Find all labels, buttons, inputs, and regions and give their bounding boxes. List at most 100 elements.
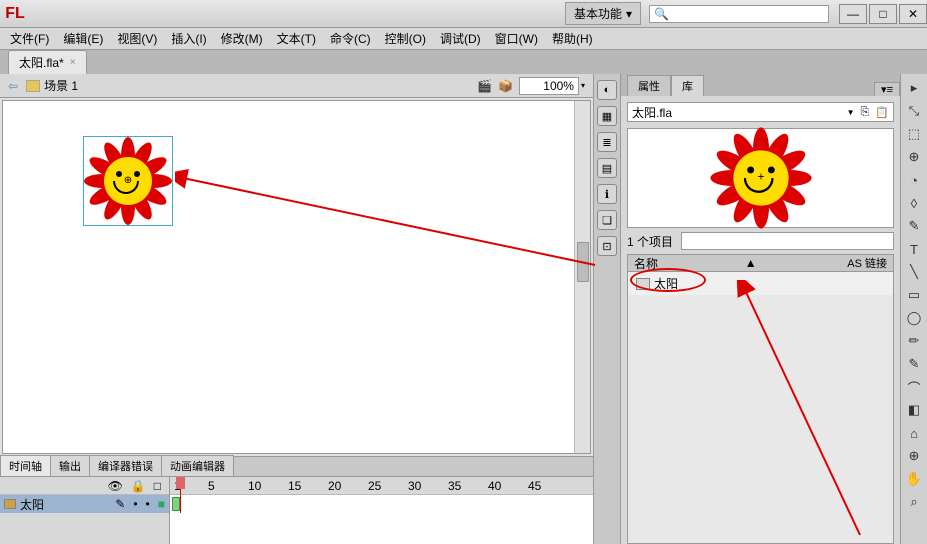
library-item[interactable]: 太阳 [628, 272, 893, 295]
panel-icon-3[interactable]: ≣ [597, 132, 617, 152]
back-icon[interactable]: ⇦ [8, 79, 18, 93]
help-search[interactable]: 🔍 [649, 5, 829, 23]
frame-ruler: 1 5 10 15 20 25 30 35 40 45 [170, 477, 593, 495]
timeline-panel: 时间轴 输出 编译器错误 动画编辑器 👁 🔒 □ 太阳 ✎ [0, 456, 593, 544]
minimize-button[interactable]: — [839, 4, 867, 24]
library-column-header[interactable]: 名称 ▲ AS 链接 [627, 254, 894, 272]
stage-scrollbar[interactable] [574, 101, 590, 453]
selection-tool[interactable]: ▸ [904, 78, 924, 98]
chevron-down-icon: ▾ [626, 7, 632, 21]
pencil-icon: ✎ [115, 497, 125, 511]
layer-list: 👁 🔒 □ 太阳 ✎ ••■ [0, 477, 170, 544]
title-bar: FL 基本功能 ▾ 🔍 — □ ✕ [0, 0, 927, 28]
layer-name: 太阳 [20, 496, 44, 513]
rectangle-tool[interactable]: ╲ [904, 262, 924, 282]
lock-column-icon[interactable]: 🔒 [131, 479, 146, 493]
oval-tool[interactable]: ▭ [904, 285, 924, 305]
document-tab[interactable]: 太阳.fla* × [8, 50, 87, 74]
paint-bucket-tool[interactable]: ◧ [904, 400, 924, 420]
line-tool[interactable]: T [904, 239, 924, 259]
flower-graphic: ⊕ [88, 141, 168, 221]
edit-scene-icon[interactable]: 🎬 [477, 79, 492, 93]
outline-column-icon[interactable]: □ [154, 479, 161, 493]
close-button[interactable]: ✕ [899, 4, 927, 24]
frames-area[interactable]: 1 5 10 15 20 25 30 35 40 45 [170, 477, 593, 544]
panel-icon-4[interactable]: ▤ [597, 158, 617, 178]
close-tab-icon[interactable]: × [70, 57, 76, 68]
menu-text[interactable]: 文本(T) [271, 28, 322, 49]
menu-window[interactable]: 窗口(W) [489, 28, 544, 49]
movieclip-icon [636, 278, 650, 290]
brush-tool[interactable]: ✏ [904, 331, 924, 351]
chevron-down-icon: ▼ [847, 108, 855, 117]
tab-motion-editor[interactable]: 动画编辑器 [161, 455, 234, 476]
scene-icon [26, 80, 40, 92]
help-search-input[interactable] [669, 8, 824, 20]
panel-icon-7[interactable]: ⊡ [597, 236, 617, 256]
eraser-tool[interactable]: ⊕ [904, 446, 924, 466]
collapsed-panels-strip: ◐ ▦ ≣ ▤ ℹ ❏ ⊡ [593, 74, 621, 544]
free-transform-tool[interactable]: ⬚ [904, 124, 924, 144]
panel-icon-1[interactable]: ◐ [597, 80, 617, 100]
maximize-button[interactable]: □ [869, 4, 897, 24]
registration-point-icon: + [755, 172, 767, 184]
playhead[interactable] [180, 477, 181, 513]
edit-bar: ⇦ 场景 1 🎬 📦 ▾ [0, 74, 593, 98]
deco-tool[interactable]: ✎ [904, 354, 924, 374]
library-search-input[interactable] [681, 232, 894, 250]
lasso-tool[interactable]: ◔ [904, 170, 924, 190]
frame-track[interactable] [170, 495, 593, 513]
library-document-dropdown[interactable]: 太阳.fla ▼ ⎘ 📋 [627, 102, 894, 122]
item-count-label: 1 个项目 [627, 233, 673, 250]
3d-rotation-tool[interactable]: ⊕ [904, 147, 924, 167]
menu-insert[interactable]: 插入(I) [165, 28, 212, 49]
bone-tool[interactable]: ⌒ [904, 377, 924, 397]
pencil-tool[interactable]: ◯ [904, 308, 924, 328]
layer-toggles[interactable]: ✎ ••■ [115, 497, 165, 511]
edit-symbol-icon[interactable]: 📦 [498, 79, 513, 93]
menu-file[interactable]: 文件(F) [4, 28, 55, 49]
tab-compiler-errors[interactable]: 编译器错误 [89, 455, 162, 476]
column-name: 名称 [634, 255, 658, 272]
layer-row[interactable]: 太阳 ✎ ••■ [0, 495, 169, 513]
library-item-list[interactable]: 太阳 [627, 272, 894, 544]
scene-name[interactable]: 场景 1 [44, 77, 78, 94]
document-tab-label: 太阳.fla* [19, 54, 64, 71]
zoom-dropdown-icon[interactable]: ▾ [581, 81, 585, 90]
menu-modify[interactable]: 修改(M) [215, 28, 269, 49]
sort-icon: ▲ [745, 256, 757, 270]
menu-control[interactable]: 控制(O) [379, 28, 432, 49]
zoom-tool[interactable]: ⌕ [904, 492, 924, 512]
workspace-dropdown[interactable]: 基本功能 ▾ [565, 2, 641, 25]
panel-icon-5[interactable]: ℹ [597, 184, 617, 204]
panel-icon-2[interactable]: ▦ [597, 106, 617, 126]
menu-bar: 文件(F) 编辑(E) 视图(V) 插入(I) 修改(M) 文本(T) 命令(C… [0, 28, 927, 50]
panel-menu-icon[interactable]: ▾≡ [874, 82, 900, 96]
tab-properties[interactable]: 属性 [627, 75, 671, 96]
library-document-label: 太阳.fla [632, 104, 672, 121]
panel-icon-6[interactable]: ❏ [597, 210, 617, 230]
zoom-field[interactable] [519, 77, 579, 95]
hand-tool[interactable]: ✋ [904, 469, 924, 489]
text-tool[interactable]: ✎ [904, 216, 924, 236]
library-panel: 属性 库 ▾≡ 太阳.fla ▼ ⎘ 📋 + 1 个项目 [621, 74, 901, 544]
subselection-tool[interactable]: ⤡ [904, 101, 924, 121]
tools-panel: ▸ ⤡ ⬚ ⊕ ◔ ◊ ✎ T ╲ ▭ ◯ ✏ ✎ ⌒ ◧ ⌂ ⊕ ✋ ⌕ [901, 74, 927, 544]
visibility-column-icon[interactable]: 👁 [108, 479, 123, 493]
pin-icon[interactable]: ⎘ [860, 106, 869, 119]
menu-help[interactable]: 帮助(H) [546, 28, 599, 49]
stage[interactable]: ⊕ [2, 100, 591, 454]
keyframe[interactable] [172, 497, 180, 511]
pen-tool[interactable]: ◊ [904, 193, 924, 213]
new-library-icon[interactable]: 📋 [875, 106, 889, 119]
eyedropper-tool[interactable]: ⌂ [904, 423, 924, 443]
stage-symbol-instance[interactable]: ⊕ [83, 136, 173, 226]
layer-icon [4, 499, 16, 509]
menu-view[interactable]: 视图(V) [111, 28, 163, 49]
menu-edit[interactable]: 编辑(E) [57, 28, 109, 49]
tab-timeline[interactable]: 时间轴 [0, 455, 51, 476]
menu-commands[interactable]: 命令(C) [324, 28, 377, 49]
tab-output[interactable]: 输出 [50, 455, 90, 476]
tab-library[interactable]: 库 [671, 75, 704, 96]
menu-debug[interactable]: 调试(D) [434, 28, 487, 49]
